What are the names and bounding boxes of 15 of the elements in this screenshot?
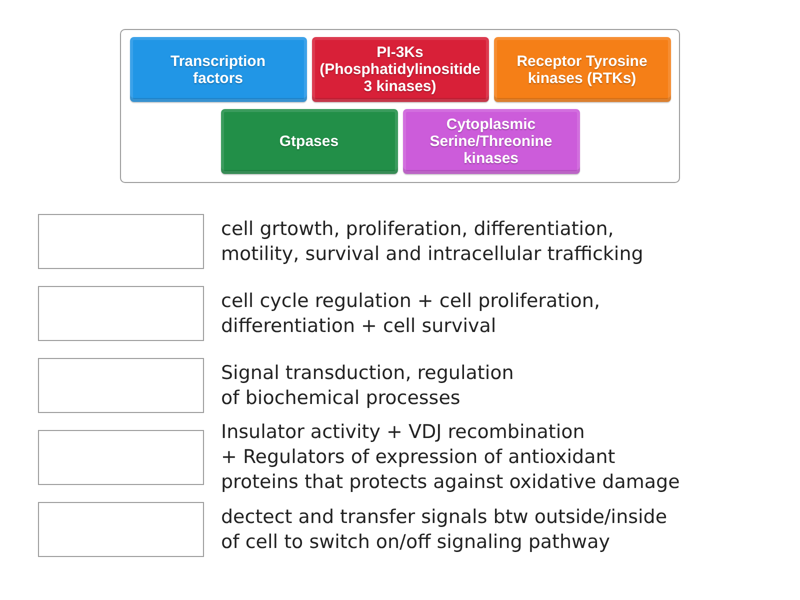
- answer-tile[interactable]: Cytoplasmic Serine/Threonine kinases: [402, 109, 580, 174]
- description-text: Signal transduction, regulation of biochemical processes: [221, 360, 514, 410]
- answer-tile[interactable]: Transcription factors: [130, 37, 306, 102]
- answer-box[interactable]: [38, 214, 204, 269]
- description-text: dectect and transfer signals btw outside/inside of cell to switch on/off signaling pathway: [221, 504, 668, 554]
- answer-box[interactable]: [38, 430, 204, 485]
- description-text: cell grtowth, proliferation, differentiation, motility, survival and intracellular trafficking: [221, 216, 644, 266]
- answer-tile[interactable]: Receptor Tyrosine kinases (RTKs): [494, 37, 670, 102]
- answer-box[interactable]: [38, 358, 204, 413]
- description-text: Insulator activity + VDJ recombination + Regulators of expression of antioxidant proteins that protects against oxidative damage: [221, 420, 680, 495]
- answer-box[interactable]: [38, 502, 204, 557]
- answer-tile[interactable]: PI-3Ks (Phosphatidylinositide 3 kinases): [312, 37, 488, 102]
- description-text: cell cycle regulation + cell proliferation, differentiation + cell survival: [221, 288, 600, 338]
- answer-tile[interactable]: Gtpases: [220, 109, 398, 174]
- answer-box[interactable]: [38, 286, 204, 341]
